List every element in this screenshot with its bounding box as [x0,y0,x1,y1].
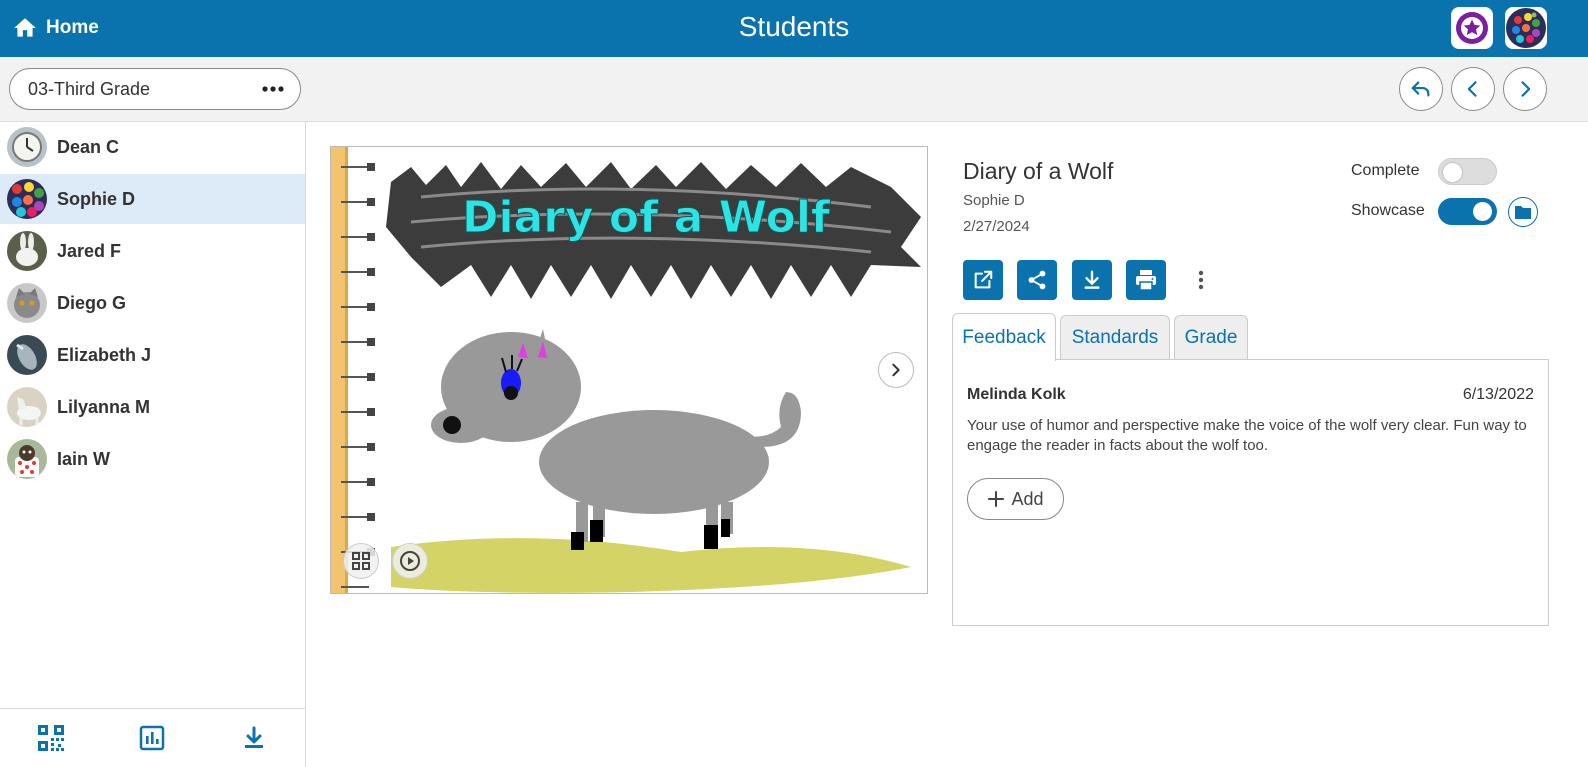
open-external-button[interactable] [963,260,1003,300]
artwork-title-heading: Diary of a Wolf [963,158,1114,184]
tab-standards[interactable]: Standards [1060,315,1170,360]
more-options-button[interactable] [1189,266,1213,294]
artwork-image: Diary of a Wolf [331,147,927,593]
toggle-knob [1473,202,1492,221]
export-button[interactable] [234,718,274,758]
grid-icon [352,552,370,570]
toggle-knob [1443,163,1462,182]
qr-code-icon [37,725,64,751]
chevron-right-icon [892,363,900,377]
add-feedback-label: Add [1011,488,1044,509]
showcase-badge-button[interactable] [1451,7,1493,49]
sidebar-footer [0,708,305,767]
showcase-toggle[interactable] [1438,198,1497,225]
feedback-panel: Melinda Kolk 6/13/2022 Your use of humor… [952,359,1549,626]
avatar [7,231,47,271]
star-badge-icon [1456,12,1488,44]
artwork-author: Sophie D [963,192,1025,209]
feedback-date: 6/13/2022 [1462,386,1534,403]
student-list: Dean C Sophie D Jared F Diego G Elizabet… [0,122,306,767]
tab-grade[interactable]: Grade [1174,315,1248,360]
artwork-preview[interactable]: Diary of a Wolf [330,146,928,594]
student-name: Elizabeth J [57,344,152,365]
more-vertical-icon [1198,270,1204,290]
student-name: Lilyanna M [57,396,151,417]
artwork-date: 2/27/2024 [963,218,1030,235]
reports-button[interactable] [132,718,172,758]
user-avatar-button[interactable] [1505,7,1547,49]
plus-icon [988,491,1005,507]
complete-toggle[interactable] [1438,158,1497,185]
student-name: Sophie D [57,188,136,209]
avatar [1506,8,1546,48]
avatar [7,127,47,167]
next-button[interactable] [1503,67,1547,111]
qr-code-button[interactable] [31,718,71,758]
page-title: Students [738,11,850,42]
folder-icon [1515,206,1531,219]
tab-feedback[interactable]: Feedback [952,313,1056,361]
avatar [7,439,47,479]
download-icon [245,726,264,748]
artwork-next-page-button[interactable] [878,352,914,388]
complete-label: Complete [1351,162,1420,179]
chevron-left-icon [1467,81,1477,97]
chevron-right-icon [1521,81,1531,97]
toolbar: 03-Third Grade [0,57,1588,122]
share-icon [1028,270,1046,290]
undo-icon [1411,81,1430,97]
class-selector[interactable]: 03-Third Grade [9,68,301,110]
previous-button[interactable] [1451,67,1495,111]
student-item[interactable]: Iain W [0,434,305,484]
feedback-text: Your use of humor and perspective make t… [967,417,1527,454]
top-bar: Home Students [0,0,1588,57]
student-item[interactable]: Lilyanna M [0,382,305,432]
student-item[interactable]: Jared F [0,226,305,276]
grid-view-button[interactable] [343,543,379,579]
print-button[interactable] [1126,260,1166,300]
showcase-label: Showcase [1351,202,1425,219]
student-name: Iain W [57,448,110,469]
student-name: Dean C [57,136,120,157]
open-external-icon [974,270,993,289]
student-item[interactable]: Elizabeth J [0,330,305,380]
student-item[interactable]: Sophie D [0,174,305,224]
avatar [7,335,47,375]
bar-chart-icon [140,725,165,751]
class-selector-value: 03-Third Grade [28,78,151,99]
undo-button[interactable] [1399,67,1443,111]
share-button[interactable] [1017,260,1057,300]
showcase-folder-button[interactable] [1508,197,1538,227]
download-icon [1084,270,1100,289]
student-name: Jared F [57,240,122,261]
avatar [7,179,47,219]
avatar [7,387,47,427]
student-item[interactable]: Dean C [0,122,305,172]
play-circle-icon [400,551,420,571]
student-name: Diego G [57,292,127,313]
student-item[interactable]: Diego G [0,278,305,328]
add-feedback-button[interactable]: Add [967,478,1064,520]
download-button[interactable] [1072,260,1112,300]
artwork-title: Diary of a Wolf [462,192,831,243]
avatar [7,283,47,323]
more-horizontal-icon[interactable] [262,86,284,92]
play-button[interactable] [392,543,428,579]
feedback-author: Melinda Kolk [967,386,1066,403]
print-icon [1136,270,1156,291]
